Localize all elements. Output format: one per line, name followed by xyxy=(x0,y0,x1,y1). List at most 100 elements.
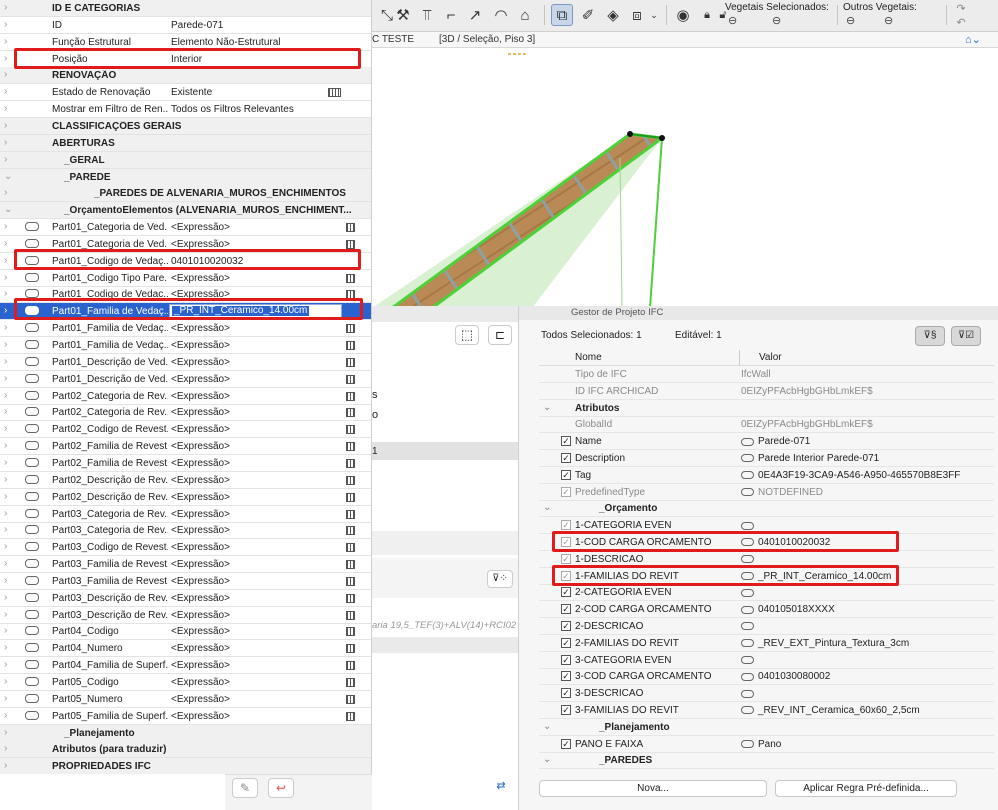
ifc-property-row[interactable]: ✓ 3-COD CARGA ORCAMENTO 0401030080002 xyxy=(539,668,994,686)
calculator-icon[interactable] xyxy=(346,678,355,687)
property-value[interactable]: <Expressão> xyxy=(171,323,230,334)
property-value[interactable]: <Expressão> xyxy=(171,357,230,368)
calculator-icon[interactable] xyxy=(346,408,355,418)
vegetal-eye-2-icon[interactable]: ⊖ xyxy=(772,14,781,27)
export-checkbox[interactable]: ✓ xyxy=(561,453,571,463)
property-row[interactable]: › Part04_Familia de Superf... <Expressão> xyxy=(0,657,371,675)
chevron-icon[interactable]: › xyxy=(4,221,7,232)
view-options-icon[interactable]: ⌂⌄ xyxy=(965,33,995,46)
chevron-icon[interactable]: › xyxy=(4,86,7,97)
chevron-icon[interactable]: › xyxy=(4,339,7,350)
chevron-icon[interactable]: › xyxy=(4,154,7,165)
vegetal-eye-icon[interactable]: ⊖ xyxy=(728,14,737,27)
property-row[interactable]: › Part03_Familia de Revest... <Expressão> xyxy=(0,556,371,574)
export-checkbox[interactable]: ✓ xyxy=(561,705,571,715)
property-value[interactable]: <Expressão> xyxy=(171,694,230,705)
property-value[interactable]: <Expressão> xyxy=(171,492,230,503)
property-row[interactable]: › Part02_Categoria de Rev... <Expressão> xyxy=(0,404,371,422)
property-row[interactable]: › Part03_Descrição de Rev... <Expressão> xyxy=(0,607,371,624)
property-value[interactable]: <Expressão> xyxy=(171,525,230,536)
chevron-down-icon[interactable]: ⌄ xyxy=(543,754,551,765)
property-value[interactable]: <Expressão> xyxy=(171,475,230,486)
chevron-icon[interactable]: › xyxy=(4,676,7,687)
property-value[interactable]: <Expressão> xyxy=(171,441,230,452)
chevron-icon[interactable]: › xyxy=(4,743,7,754)
section-header[interactable]: › ID E CATEGORIAS xyxy=(0,0,371,17)
property-value[interactable]: <Expressão> xyxy=(171,424,230,435)
ifc-property-value[interactable]: IfcWall xyxy=(741,369,771,380)
property-value[interactable]: <Expressão> xyxy=(171,542,230,553)
outros-eye-2-icon[interactable]: ⊖ xyxy=(884,14,893,27)
property-row[interactable]: › Part02_Codigo de Revest... <Expressão> xyxy=(0,421,371,439)
calculator-icon[interactable] xyxy=(346,661,355,671)
chevron-icon[interactable]: › xyxy=(4,19,7,30)
chevron-icon[interactable]: › xyxy=(4,524,7,535)
arc-icon[interactable]: ◠ xyxy=(490,4,512,26)
property-value[interactable]: <Expressão> xyxy=(171,677,230,688)
home-icon[interactable]: ⌂ xyxy=(514,4,536,26)
tab-teste[interactable]: C TESTE xyxy=(372,34,414,45)
export-checkbox[interactable]: ✓ xyxy=(561,469,571,480)
paint-icon[interactable]: ◈ xyxy=(602,4,624,26)
chevron-icon[interactable]: › xyxy=(4,541,7,552)
export-checkbox[interactable]: ✓ xyxy=(561,654,571,665)
property-value[interactable]: Parede-071 xyxy=(171,20,223,31)
calculator-icon[interactable] xyxy=(346,711,355,721)
select-frame-icon[interactable]: ⧉ xyxy=(551,4,573,26)
corner-icon[interactable]: ⌐ xyxy=(440,4,462,26)
calculator-icon[interactable] xyxy=(346,324,355,334)
chevron-icon[interactable]: › xyxy=(4,659,7,670)
property-value[interactable]: <Expressão> xyxy=(171,559,230,570)
chevron-icon[interactable]: › xyxy=(4,187,7,198)
calculator-icon[interactable] xyxy=(346,509,355,519)
ifc-property-row[interactable]: ✓ Description Parede Interior Parede-071 xyxy=(539,450,994,467)
property-value[interactable]: <Expressão> xyxy=(171,374,230,385)
ifc-property-value[interactable]: 040105018XXXX xyxy=(741,604,835,615)
property-row[interactable]: › Part05_Familia de Superf... <Expressão> xyxy=(0,708,371,725)
curve-icon[interactable]: ↗ xyxy=(464,4,486,26)
eye-icon[interactable]: ◉ xyxy=(672,4,694,26)
property-value[interactable]: Todos os Filtros Relevantes xyxy=(171,104,294,115)
calculator-icon[interactable] xyxy=(346,644,355,654)
hammer-icon[interactable]: ⚒ xyxy=(392,4,414,26)
lock-icon[interactable]: 🔒︎ xyxy=(700,4,714,26)
section-header[interactable]: ⌄ _PAREDE xyxy=(0,168,371,186)
property-value[interactable]: <Expressão> xyxy=(171,458,230,469)
calculator-icon[interactable] xyxy=(346,576,355,586)
property-value[interactable]: Elemento Não-Estrutural xyxy=(171,37,281,48)
ifc-property-value[interactable]: _REV_EXT_Pintura_Textura_3cm xyxy=(741,638,909,649)
export-checkbox[interactable]: ✓ xyxy=(561,604,571,615)
wall-node[interactable] xyxy=(627,131,633,137)
chevron-icon[interactable]: › xyxy=(4,305,7,316)
chevron-icon[interactable]: › xyxy=(4,558,7,569)
property-row[interactable]: › Part01_Descrição de Ved... <Expressão> xyxy=(0,354,371,371)
calculator-icon[interactable] xyxy=(346,223,355,233)
ifc-property-value[interactable]: 0EIZyPFAcbHgbGHbLmkEF$ xyxy=(741,419,873,430)
ifc-group-row[interactable]: ⌄ _PAREDES xyxy=(539,752,994,770)
calculator-icon[interactable] xyxy=(346,341,355,350)
wall-3d-model[interactable] xyxy=(372,48,998,308)
filter-checked-icon[interactable]: ⊽☑ xyxy=(951,326,981,346)
ifc-property-value[interactable]: Pano xyxy=(741,739,781,750)
calculator-icon[interactable] xyxy=(346,357,355,367)
calculator-icon[interactable] xyxy=(346,610,355,620)
property-value[interactable]: <Expressão> xyxy=(171,626,230,637)
calculator-icon[interactable] xyxy=(346,442,355,452)
chevron-icon[interactable]: ⌄ xyxy=(4,171,12,182)
property-row[interactable]: › Part04_Numero <Expressão> xyxy=(0,640,371,658)
chevron-icon[interactable]: › xyxy=(4,2,7,13)
hierarchy-icon[interactable]: ⊏ xyxy=(488,325,512,345)
export-checkbox[interactable]: ✓ xyxy=(561,520,571,531)
section-header[interactable]: › RENOVAÇÃO xyxy=(0,67,371,85)
ifc-property-row[interactable]: ✓ 3-FAMILIAS DO REVIT _REV_INT_Ceramica_60… xyxy=(539,702,994,719)
chevron-icon[interactable]: › xyxy=(4,625,7,636)
ifc-property-row[interactable]: ✓ 2-CATEGORIA EVEN xyxy=(539,584,994,602)
ifc-group-row[interactable]: ⌄ Atributos xyxy=(539,400,994,417)
section-header[interactable]: › PROPRIEDADES IFC xyxy=(0,758,371,776)
chevron-icon[interactable]: › xyxy=(4,137,7,148)
ifc-property-value[interactable] xyxy=(741,688,758,699)
property-row[interactable]: › Part03_Familia de Revest... <Expressão> xyxy=(0,573,371,590)
export-checkbox[interactable]: ✓ xyxy=(561,738,571,749)
ifc-property-value[interactable]: NOTDEFINED xyxy=(741,487,823,498)
section-header[interactable]: › Atributos (para traduzir) xyxy=(0,741,371,759)
